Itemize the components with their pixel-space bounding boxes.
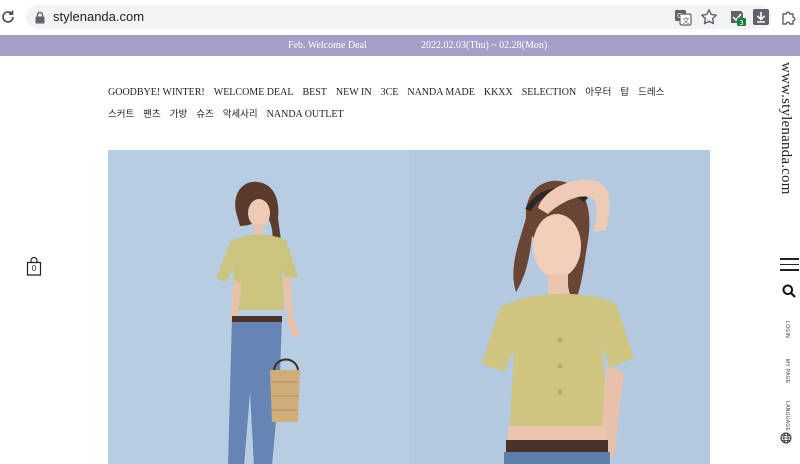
language-label[interactable]: LANGUAGE <box>784 401 790 431</box>
url-text[interactable]: stylenanda.com <box>53 9 144 24</box>
mypage-label[interactable]: MY PAGE <box>784 359 790 383</box>
nav-item[interactable]: 슈즈 <box>196 104 213 126</box>
translate-icon[interactable]: G 文 <box>674 8 692 26</box>
globe-icon[interactable] <box>780 432 792 444</box>
site-logo-text[interactable]: www.stylenanda.com <box>777 62 794 195</box>
nav-item[interactable]: 스커트 <box>108 104 134 126</box>
menu-icon[interactable] <box>780 258 799 272</box>
lock-icon[interactable] <box>34 11 46 24</box>
svg-text:文: 文 <box>683 16 690 25</box>
nav-item[interactable]: 드레스 <box>638 82 664 104</box>
extension-badge-icon[interactable]: 3 <box>728 8 746 26</box>
nav-item[interactable]: 탑 <box>620 82 629 104</box>
nav-item[interactable]: SELECTION <box>522 82 576 104</box>
hero-image-right[interactable] <box>409 150 710 464</box>
nav-item[interactable]: WELCOME DEAL <box>214 82 294 104</box>
nav-item[interactable]: NANDA MADE <box>407 82 475 104</box>
login-label[interactable]: LOGIN <box>784 321 790 338</box>
nav-item[interactable]: 아우터 <box>585 82 611 104</box>
star-icon[interactable] <box>700 8 718 26</box>
promo-banner[interactable]: Feb. Welcome Deal 2022.02.03(Thu) ~ 02.2… <box>0 35 800 56</box>
nav-item[interactable]: 가방 <box>170 104 187 126</box>
reload-icon[interactable] <box>0 9 16 25</box>
nav-item[interactable]: NANDA OUTLET <box>267 104 344 126</box>
download-icon[interactable] <box>752 8 770 26</box>
hero-banner[interactable] <box>108 150 710 464</box>
nav-item[interactable]: NEW IN <box>336 82 372 104</box>
site-logo[interactable]: www.stylenanda.com <box>772 62 798 202</box>
promo-title: Feb. Welcome Deal <box>288 40 367 51</box>
nav-item[interactable]: 악세사리 <box>223 104 258 126</box>
browser-toolbar: stylenanda.com G 文 3 <box>0 0 800 35</box>
hero-image-left[interactable] <box>108 150 409 464</box>
promo-dates: 2022.02.03(Thu) ~ 02.28(Mon) <box>421 40 548 51</box>
category-nav: GOODBYE! WINTER! WELCOME DEAL BEST NEW IN 3C… <box>108 82 708 126</box>
nav-item[interactable]: GOODBYE! WINTER! <box>108 82 205 104</box>
nav-item[interactable]: KKXX <box>484 82 513 104</box>
nav-item[interactable]: 3CE <box>381 82 399 104</box>
nav-item[interactable]: 팬츠 <box>143 104 160 126</box>
puzzle-icon[interactable] <box>780 8 798 26</box>
cart-count: 0 <box>31 264 37 273</box>
search-icon[interactable] <box>782 284 796 298</box>
extension-badge-count: 3 <box>739 19 743 26</box>
nav-item[interactable]: BEST <box>302 82 326 104</box>
